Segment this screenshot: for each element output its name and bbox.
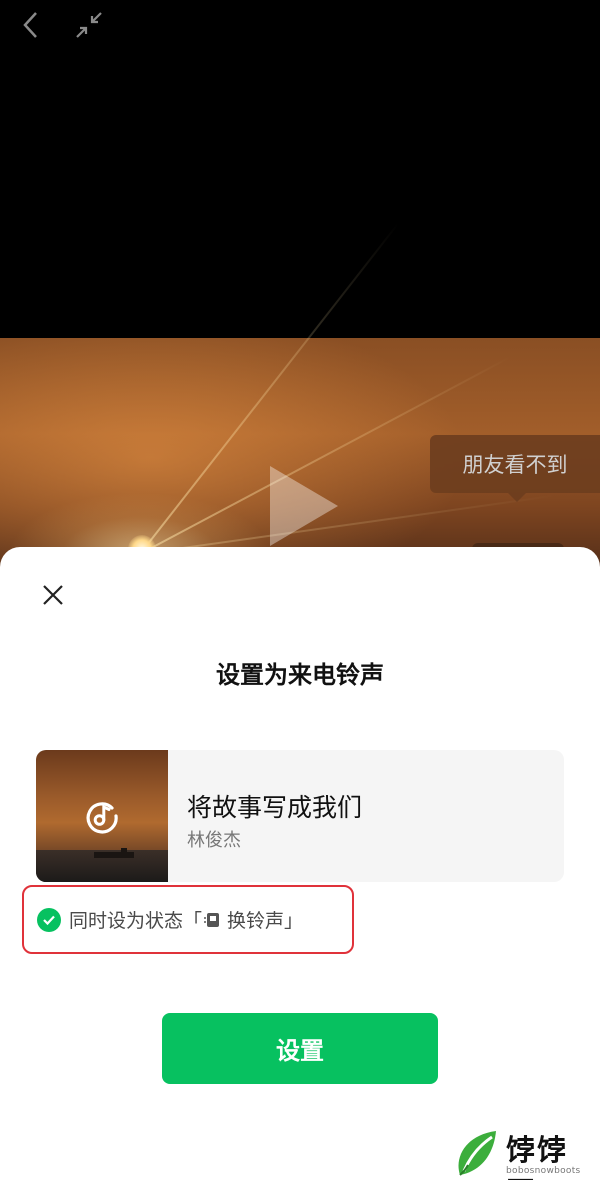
status-text-suffix: 换铃声」 <box>227 910 304 932</box>
privacy-tooltip: 朋友看不到 <box>430 435 600 502</box>
screen: 朋友看不到 设置为来电铃声 将故事写成我们 林俊杰 同时设为状态「 换铃声」 设… <box>0 0 600 1180</box>
check-icon[interactable] <box>37 907 61 932</box>
status-text-prefix: 同时设为状态「 <box>69 910 203 932</box>
watermark-domain: bobosnowboots <box>506 1166 581 1176</box>
close-icon[interactable] <box>33 575 73 615</box>
set-button[interactable]: 设置 <box>162 1013 438 1084</box>
song-title: 将故事写成我们 <box>187 793 363 822</box>
watermark: 饽饽网 bobosnowboots <box>452 1127 598 1180</box>
leaf-logo-icon <box>452 1127 502 1180</box>
ringtone-sheet: 设置为来电铃声 将故事写成我们 林俊杰 同时设为状态「 换铃声」 设置 饽饽 b… <box>0 547 600 1180</box>
status-option-text: 同时设为状态「 换铃声」 <box>69 906 303 933</box>
play-icon[interactable] <box>262 462 342 554</box>
video-frame[interactable]: 朋友看不到 <box>0 222 600 578</box>
song-artist: 林俊杰 <box>187 830 241 851</box>
collapse-icon[interactable] <box>72 8 106 42</box>
cover-ship <box>94 852 134 858</box>
album-cover <box>36 750 168 882</box>
status-icon <box>203 910 223 930</box>
cover-ship <box>121 848 127 856</box>
status-option[interactable]: 同时设为状态「 换铃声」 <box>22 885 354 954</box>
music-note-icon <box>84 798 120 838</box>
song-card: 将故事写成我们 林俊杰 <box>36 750 564 882</box>
sheet-title: 设置为来电铃声 <box>216 661 384 689</box>
back-icon[interactable] <box>14 8 48 42</box>
video-area[interactable] <box>0 0 600 338</box>
